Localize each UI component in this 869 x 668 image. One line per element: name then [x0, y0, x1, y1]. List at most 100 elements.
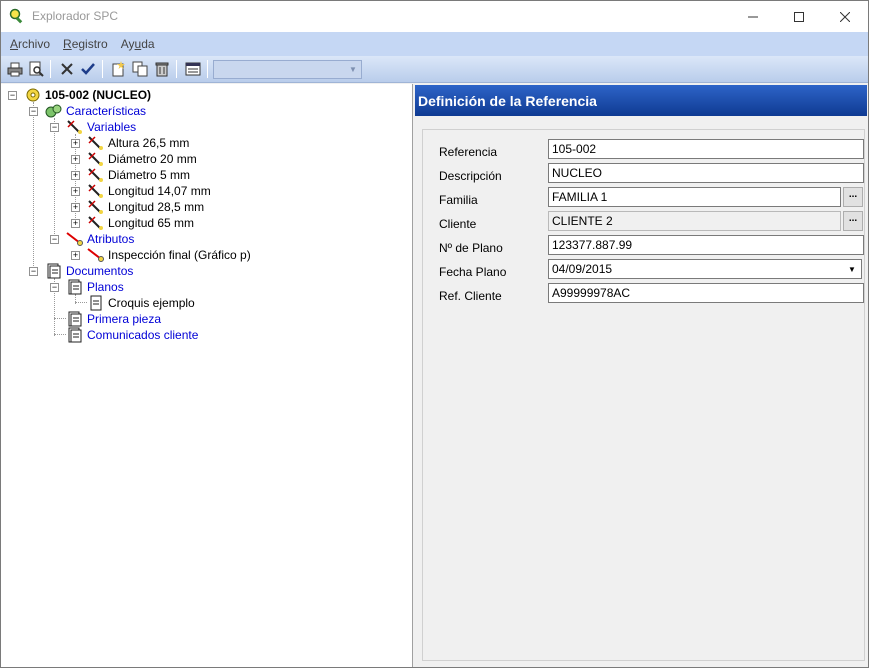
accept-button[interactable] — [79, 60, 97, 78]
tree-node-label: Comunicados cliente — [87, 328, 199, 342]
expand-toggle[interactable]: − — [50, 283, 59, 292]
maximize-button[interactable] — [776, 1, 822, 32]
title-bar: Explorador SPC — [1, 1, 868, 32]
expand-toggle[interactable]: − — [8, 91, 17, 100]
tree-node-variable[interactable]: Longitud 14,07 mm — [87, 183, 211, 199]
toolbar-separator — [102, 60, 103, 78]
familia-browse-button[interactable]: ... — [843, 187, 863, 207]
form-group: Referencia Descripción Familia ... Clien… — [422, 129, 865, 661]
tree-node-label: Inspección final (Gráfico p) — [108, 248, 251, 262]
expand-toggle[interactable]: + — [71, 203, 80, 212]
expand-toggle[interactable]: + — [71, 219, 80, 228]
tree-node-variable[interactable]: Longitud 65 mm — [87, 215, 194, 231]
expand-toggle[interactable]: + — [71, 251, 80, 260]
menu-bar: Archivo Registro Ayuda — [1, 32, 868, 56]
close-button[interactable] — [822, 1, 868, 32]
tree-node-variable[interactable]: Altura 26,5 mm — [87, 135, 189, 151]
caliper-icon — [88, 168, 103, 182]
toolbar-separator — [50, 60, 51, 78]
app-magnifier-icon — [9, 8, 23, 24]
cliente-label: Cliente — [439, 217, 477, 231]
tree-node-variable[interactable]: Diámetro 20 mm — [87, 151, 197, 167]
menu-archivo[interactable]: Archivo — [10, 37, 50, 51]
tree-node-atributo[interactable]: Inspección final (Gráfico p) — [87, 247, 251, 263]
expand-toggle[interactable]: + — [71, 139, 80, 148]
toolbar-combo[interactable]: ▼ — [213, 60, 362, 79]
tree-node-label: 105-002 (NUCLEO) — [45, 88, 152, 102]
tree-node-label: Diámetro 20 mm — [108, 152, 197, 166]
expand-toggle[interactable]: + — [71, 155, 80, 164]
tree-connector — [33, 102, 34, 272]
properties-button[interactable] — [184, 60, 202, 78]
document-icon — [47, 263, 61, 279]
tree-connector — [54, 318, 66, 319]
tree-node-planos[interactable]: Planos — [66, 279, 124, 295]
ref-cliente-label: Ref. Cliente — [439, 289, 502, 303]
tree-node-variable[interactable]: Longitud 28,5 mm — [87, 199, 204, 215]
toolbar-separator — [176, 60, 177, 78]
expand-toggle[interactable]: + — [71, 171, 80, 180]
referencia-field[interactable] — [548, 139, 864, 159]
chevron-down-icon[interactable]: ▼ — [346, 62, 360, 77]
panel-title: Definición de la Referencia — [415, 85, 867, 116]
cancel-button[interactable] — [58, 60, 76, 78]
print-button[interactable] — [6, 60, 24, 78]
minimize-button[interactable] — [730, 1, 776, 32]
tree-connector — [75, 302, 87, 303]
descripcion-field[interactable] — [548, 163, 864, 183]
expand-toggle[interactable]: − — [50, 123, 59, 132]
expand-toggle[interactable]: − — [50, 235, 59, 244]
menu-registro[interactable]: Registro — [63, 37, 108, 51]
tree-view[interactable]: − 105-002 (NUCLEO) − Características − V… — [1, 84, 413, 667]
print-preview-button[interactable] — [27, 60, 45, 78]
expand-toggle[interactable]: + — [71, 187, 80, 196]
tree-node-label: Altura 26,5 mm — [108, 136, 190, 150]
cross-icon — [61, 63, 73, 75]
expand-toggle[interactable]: − — [29, 107, 38, 116]
tree-node-comunicados[interactable]: Comunicados cliente — [66, 327, 198, 343]
ref-cliente-field[interactable] — [548, 283, 864, 303]
new-button[interactable] — [109, 60, 127, 78]
toolbar-separator — [207, 60, 208, 78]
form-view-icon — [185, 62, 201, 76]
tree-node-variables[interactable]: Variables — [66, 119, 136, 135]
checkmark-icon — [81, 63, 95, 75]
tree-node-label: Primera pieza — [87, 312, 162, 326]
file-icon — [90, 295, 102, 311]
expand-toggle[interactable]: − — [29, 267, 38, 276]
tree-node-documentos[interactable]: Documentos — [45, 263, 133, 279]
cliente-field[interactable] — [548, 211, 841, 231]
delete-button[interactable] — [153, 60, 171, 78]
tree-connector — [54, 118, 55, 240]
familia-field[interactable] — [548, 187, 841, 207]
descripcion-label: Descripción — [439, 169, 502, 183]
window-title: Explorador SPC — [32, 9, 119, 23]
tree-node-variable[interactable]: Diámetro 5 mm — [87, 167, 190, 183]
tree-node-label: Planos — [87, 280, 124, 294]
tree-node-label: Atributos — [87, 232, 135, 246]
tree-node-caracteristicas[interactable]: Características — [45, 103, 146, 119]
tree-node-plano[interactable]: Croquis ejemplo — [87, 295, 195, 311]
tree-node-label: Variables — [87, 120, 137, 134]
cliente-browse-button[interactable]: ... — [843, 211, 863, 231]
tree-node-atributos[interactable]: Atributos — [66, 231, 134, 247]
tree-node-label: Documentos — [66, 264, 134, 278]
menu-ayuda[interactable]: Ayuda — [121, 37, 155, 51]
tree-node-primera-pieza[interactable]: Primera pieza — [66, 311, 161, 327]
fecha-date-picker[interactable]: 04/09/2015 ▼ — [548, 259, 862, 279]
copy-button[interactable] — [131, 60, 149, 78]
tree-node-label: Características — [66, 104, 147, 118]
tree-node-root[interactable]: 105-002 (NUCLEO) — [24, 87, 151, 103]
referencia-label: Referencia — [439, 145, 498, 159]
plano-field[interactable] — [548, 235, 864, 255]
menu-ayuda-rest: da — [141, 37, 155, 51]
gears-icon — [45, 104, 62, 118]
toolbar: ▼ — [1, 56, 868, 83]
chevron-down-icon[interactable]: ▼ — [843, 261, 860, 277]
tree-connector — [54, 334, 66, 335]
maximize-icon — [794, 11, 804, 22]
attribute-gauge-icon — [66, 232, 83, 246]
copy-icon — [132, 61, 148, 77]
menu-ayuda-prefix: Ay — [120, 37, 135, 51]
close-icon — [840, 11, 850, 22]
